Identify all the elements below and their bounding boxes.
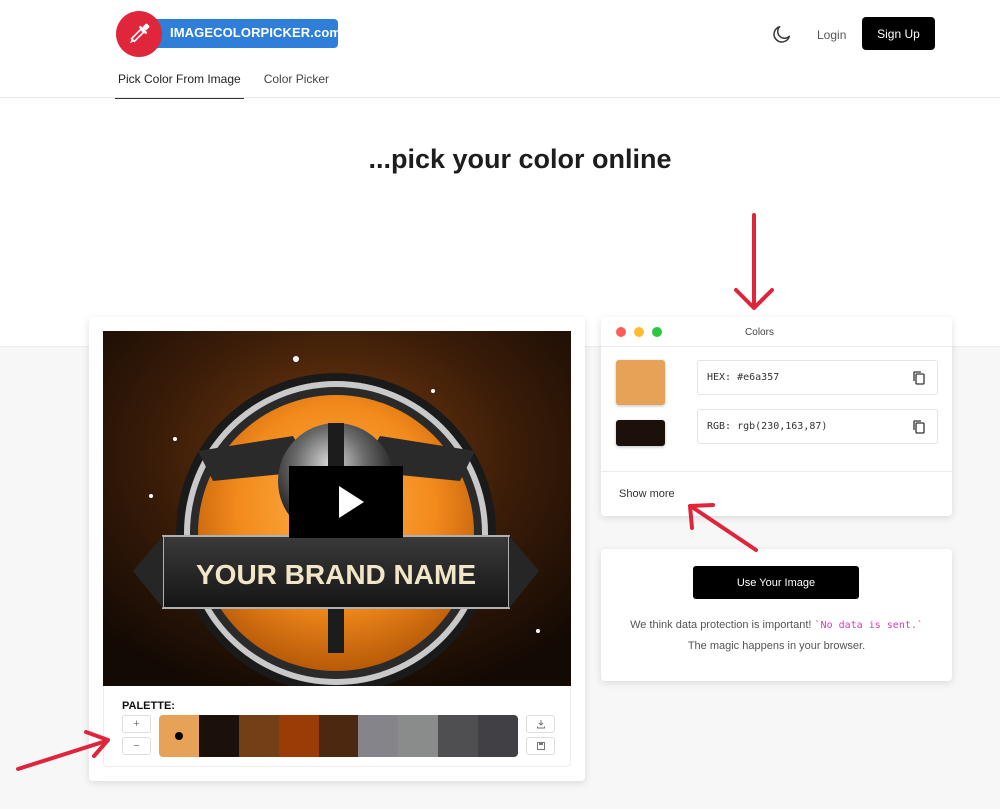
palette-label: PALETTE: (122, 700, 175, 712)
signup-button[interactable]: Sign Up (862, 17, 935, 50)
tab-color-picker[interactable]: Color Picker (261, 64, 332, 99)
upload-card: Use Your Image We think data protection … (601, 549, 952, 681)
copy-rgb-icon[interactable] (911, 419, 927, 435)
eyedropper-icon (116, 11, 162, 57)
page-title: ...pick your color online (368, 144, 672, 174)
colors-divider (601, 471, 952, 472)
brand-logo-image: YOUR BRAND NAME (103, 331, 571, 686)
login-link[interactable]: Login (817, 28, 846, 42)
use-your-image-button[interactable]: Use Your Image (693, 566, 859, 599)
colors-title: Colors (745, 327, 774, 338)
secondary-color-swatch (616, 420, 665, 446)
image-brand-text: YOUR BRAND NAME (196, 559, 476, 590)
moon-icon[interactable] (771, 23, 793, 45)
palette-swatch[interactable] (238, 715, 279, 757)
window-title-bar: Colors (601, 317, 952, 347)
palette-swatch[interactable] (358, 715, 399, 757)
show-more-link[interactable]: Show more (619, 488, 675, 500)
colors-card: Colors HEX: #e6a357 RGB: rgb(230,163,87)… (601, 317, 952, 516)
palette-swatch[interactable] (318, 715, 359, 757)
palette-swatch[interactable] (278, 715, 319, 757)
remove-color-button[interactable]: − (122, 737, 151, 755)
save-icon[interactable] (526, 737, 555, 755)
palette-swatch[interactable] (159, 715, 199, 757)
palette-swatch[interactable] (398, 715, 439, 757)
privacy-text-before: We think data protection is important! (630, 619, 812, 631)
download-icon[interactable] (526, 715, 555, 733)
logo-text: IMAGECOLORPICKER.com (170, 25, 342, 40)
palette-swatches (159, 715, 518, 757)
image-canvas[interactable]: YOUR BRAND NAME (103, 331, 571, 686)
add-color-button[interactable]: + (122, 715, 151, 733)
hex-value-field[interactable]: HEX: #e6a357 (697, 360, 938, 395)
privacy-code: `No data is sent.` (814, 620, 923, 631)
site-header: IMAGECOLORPICKER.com Pick Color From Ima… (0, 0, 1000, 99)
palette-panel: PALETTE: + − (103, 686, 571, 767)
site-logo[interactable]: IMAGECOLORPICKER.com (116, 11, 341, 57)
copy-hex-icon[interactable] (911, 370, 927, 386)
privacy-notice: We think data protection is important! `… (621, 615, 932, 657)
palette-swatch[interactable] (478, 715, 518, 757)
palette-swatch[interactable] (198, 715, 239, 757)
nav-tabs: Pick Color From Image Color Picker (115, 64, 349, 99)
tab-pick-color-from-image[interactable]: Pick Color From Image (115, 64, 244, 99)
palette-swatch[interactable] (438, 715, 479, 757)
image-card: YOUR BRAND NAME PALETTE: + − (89, 317, 585, 781)
selected-swatch-marker (175, 732, 183, 740)
rgb-value: RGB: rgb(230,163,87) (707, 421, 828, 432)
primary-color-swatch (616, 360, 665, 405)
hex-value: HEX: #e6a357 (707, 372, 780, 383)
arrow-down-to-colors (734, 213, 774, 310)
rgb-value-field[interactable]: RGB: rgb(230,163,87) (697, 409, 938, 444)
privacy-text-after: The magic happens in your browser. (687, 640, 866, 652)
